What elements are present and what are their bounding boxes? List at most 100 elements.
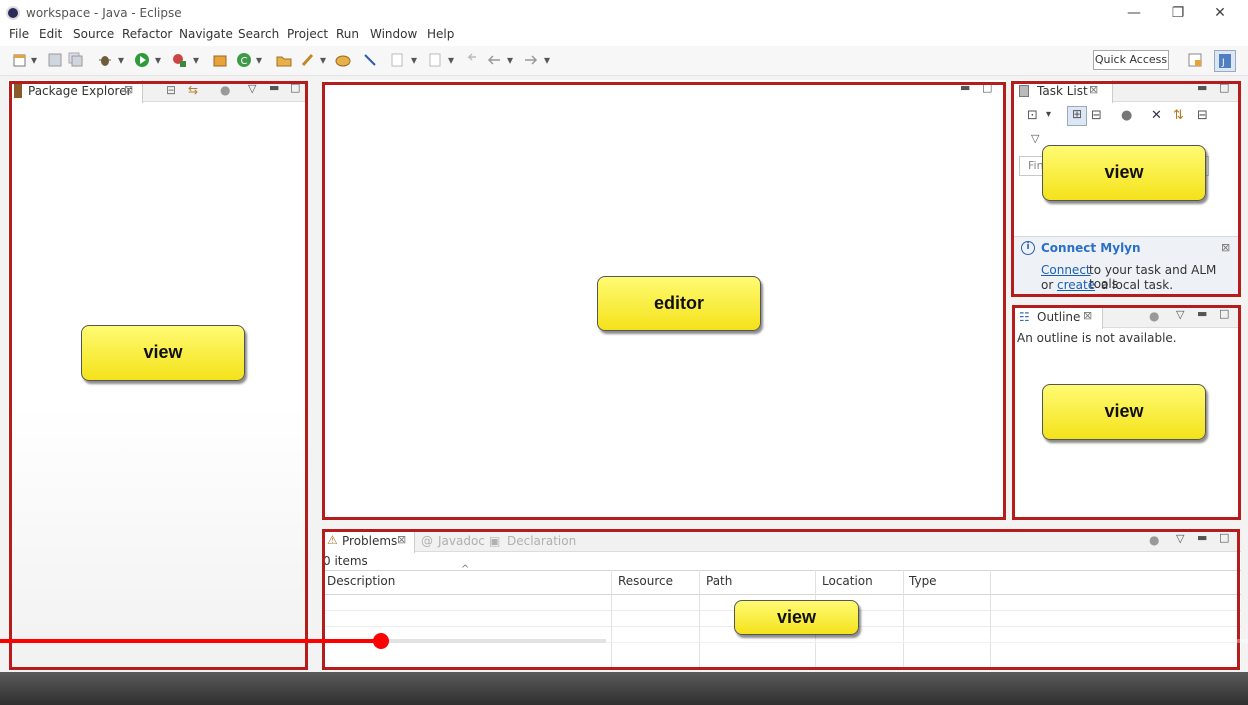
- tab-problems[interactable]: ⚠ Problems ⊠: [323, 530, 415, 553]
- tab-package-explorer[interactable]: Package Explorer ⊠: [8, 80, 143, 103]
- column-divider[interactable]: [699, 570, 700, 670]
- close-mylyn-icon[interactable]: ⊠: [1221, 241, 1230, 254]
- column-description[interactable]: Description: [327, 574, 395, 588]
- previous-annotation-icon[interactable]: [427, 52, 443, 68]
- focus-task-icon[interactable]: ●: [1149, 309, 1159, 323]
- link-with-editor-icon[interactable]: ⇆: [188, 83, 198, 97]
- debug-icon[interactable]: [97, 52, 113, 68]
- focus-task-icon[interactable]: ●: [1149, 533, 1159, 547]
- restore-button[interactable]: ❐: [1158, 3, 1198, 23]
- chevron-down-icon[interactable]: ▾: [542, 52, 552, 68]
- chevron-down-icon[interactable]: ▾: [191, 52, 201, 68]
- open-task-icon[interactable]: [335, 52, 351, 68]
- next-annotation-icon[interactable]: [389, 52, 405, 68]
- problems-header: ⚠ Problems ⊠ @ Javadoc ▣ Declaration ● ▽…: [323, 530, 1241, 553]
- column-path[interactable]: Path: [706, 574, 732, 588]
- view-menu-icon[interactable]: ▽: [1031, 132, 1039, 145]
- focus-task-icon[interactable]: ●: [220, 83, 230, 97]
- minimize-view-icon[interactable]: ▬: [1197, 81, 1207, 94]
- close-tab-icon[interactable]: ⊠: [124, 83, 133, 96]
- focus-workweek-icon[interactable]: ●: [1121, 108, 1132, 123]
- save-all-icon[interactable]: [68, 52, 84, 68]
- tab-label: Package Explorer: [28, 84, 132, 98]
- last-edit-icon[interactable]: [464, 52, 480, 68]
- video-progress-track[interactable]: [0, 633, 1248, 649]
- back-arrow-icon[interactable]: [486, 52, 502, 68]
- chevron-down-icon[interactable]: ▾: [409, 52, 419, 68]
- column-divider[interactable]: [903, 570, 904, 670]
- scheduled-icon[interactable]: ⊟: [1091, 108, 1102, 123]
- minimize-view-icon[interactable]: ▬: [269, 81, 279, 94]
- chevron-down-icon[interactable]: ▾: [1046, 109, 1051, 120]
- tab-declaration[interactable]: Declaration: [507, 534, 576, 548]
- menu-file[interactable]: File: [9, 27, 29, 41]
- minimize-view-icon[interactable]: ▬: [1197, 307, 1207, 320]
- maximize-view-icon[interactable]: □: [1219, 307, 1229, 320]
- open-type-icon[interactable]: [276, 52, 292, 68]
- maximize-view-icon[interactable]: □: [1219, 81, 1229, 94]
- create-link[interactable]: create: [1057, 278, 1095, 292]
- new-icon[interactable]: [12, 52, 28, 68]
- close-button[interactable]: ✕: [1200, 3, 1240, 23]
- chevron-down-icon[interactable]: ▾: [505, 52, 515, 68]
- close-tab-icon[interactable]: ⊠: [1083, 309, 1092, 322]
- connect-mylyn-title: Connect Mylyn: [1041, 241, 1141, 255]
- synchronize-icon[interactable]: ⇅: [1173, 108, 1184, 123]
- tab-task-list[interactable]: Task List ⊠: [1013, 80, 1113, 103]
- maximize-view-icon[interactable]: □: [1219, 531, 1229, 544]
- toggle-breadcrumb-icon[interactable]: [362, 52, 378, 68]
- menu-window[interactable]: Window: [370, 27, 417, 41]
- new-java-class-icon[interactable]: C: [236, 52, 252, 68]
- menu-refactor[interactable]: Refactor: [122, 27, 172, 41]
- menu-project[interactable]: Project: [287, 27, 328, 41]
- collapse-all-icon[interactable]: ⊟: [166, 83, 176, 97]
- minimize-view-icon[interactable]: ▬: [1197, 531, 1207, 544]
- external-tools-icon[interactable]: [171, 52, 187, 68]
- save-icon[interactable]: [47, 52, 63, 68]
- column-divider[interactable]: [990, 570, 991, 670]
- chevron-down-icon[interactable]: ▾: [446, 52, 456, 68]
- tab-outline[interactable]: ☷ Outline ⊠: [1013, 306, 1103, 329]
- view-menu-icon[interactable]: ▽: [1176, 532, 1184, 545]
- maximize-view-icon[interactable]: □: [290, 81, 300, 94]
- view-callout: view: [1042, 145, 1206, 201]
- column-resource[interactable]: Resource: [618, 574, 673, 588]
- categorized-icon[interactable]: ⊞: [1067, 106, 1087, 126]
- run-icon[interactable]: [134, 52, 150, 68]
- video-progress-fill: [0, 639, 381, 643]
- collapse-all-icon[interactable]: ⊟: [1197, 108, 1208, 123]
- video-scrubber-handle[interactable]: [372, 633, 389, 649]
- search-icon[interactable]: [300, 52, 316, 68]
- hide-completed-icon[interactable]: ✕: [1151, 108, 1162, 123]
- forward-arrow-icon[interactable]: [523, 52, 539, 68]
- java-perspective-icon[interactable]: J: [1214, 50, 1236, 72]
- quick-access-field[interactable]: Quick Access: [1093, 50, 1169, 70]
- menu-navigate[interactable]: Navigate: [179, 27, 233, 41]
- chevron-down-icon[interactable]: ▾: [318, 52, 328, 68]
- close-tab-icon[interactable]: ⊠: [397, 533, 406, 546]
- chevron-down-icon[interactable]: ▾: [254, 52, 264, 68]
- menu-help[interactable]: Help: [427, 27, 454, 41]
- close-tab-icon[interactable]: ⊠: [1089, 83, 1098, 96]
- minimize-editor-icon[interactable]: ▬: [960, 81, 970, 94]
- connect-link[interactable]: Connect: [1041, 263, 1091, 277]
- menu-source[interactable]: Source: [73, 27, 114, 41]
- menu-edit[interactable]: Edit: [39, 27, 62, 41]
- view-menu-icon[interactable]: ▽: [248, 82, 256, 95]
- menu-search[interactable]: Search: [238, 27, 279, 41]
- view-menu-icon[interactable]: ▽: [1176, 308, 1184, 321]
- chevron-down-icon[interactable]: ▾: [116, 52, 126, 68]
- maximize-editor-icon[interactable]: □: [982, 81, 992, 94]
- column-type[interactable]: Type: [909, 574, 937, 588]
- menu-run[interactable]: Run: [336, 27, 359, 41]
- tab-javadoc[interactable]: Javadoc: [438, 534, 485, 548]
- open-perspective-icon[interactable]: [1187, 52, 1203, 68]
- chevron-down-icon[interactable]: ▾: [153, 52, 163, 68]
- javadoc-icon: @: [421, 534, 433, 548]
- chevron-down-icon[interactable]: ▾: [29, 52, 39, 68]
- column-divider[interactable]: [611, 570, 612, 670]
- column-location[interactable]: Location: [822, 574, 873, 588]
- new-task-icon[interactable]: ⊡: [1027, 108, 1038, 123]
- minimize-button[interactable]: —: [1114, 3, 1154, 23]
- new-java-package-icon[interactable]: [212, 52, 228, 68]
